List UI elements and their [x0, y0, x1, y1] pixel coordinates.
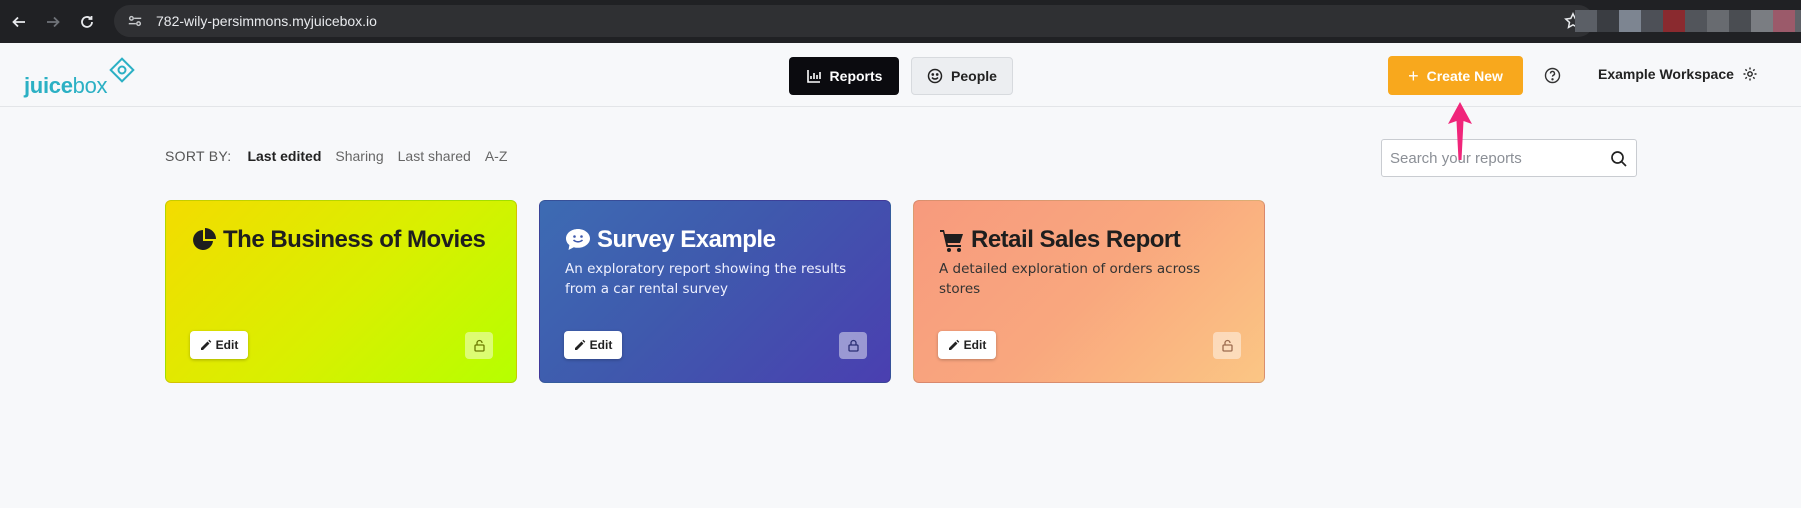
- card-title: Survey Example: [565, 226, 776, 254]
- smiley-icon: [927, 68, 943, 84]
- extension-icon[interactable]: [1773, 10, 1795, 32]
- extension-icon[interactable]: [1795, 10, 1801, 32]
- extensions-area: [1575, 10, 1801, 32]
- browser-toolbar: 782-wily-persimmons.myjuicebox.io: [0, 0, 1801, 43]
- tab-people-label: People: [951, 68, 997, 84]
- pencil-icon: [574, 339, 585, 350]
- edit-button[interactable]: Edit: [190, 331, 248, 359]
- extension-icon[interactable]: [1663, 10, 1685, 32]
- card-description: A detailed exploration of orders across …: [939, 261, 1201, 297]
- site-settings-icon[interactable]: [126, 12, 144, 30]
- edit-label: Edit: [589, 338, 613, 352]
- lock-button[interactable]: [1213, 332, 1241, 359]
- sort-option-last-shared[interactable]: Last shared: [398, 148, 471, 164]
- unlock-icon: [1221, 339, 1233, 352]
- edit-label: Edit: [963, 338, 987, 352]
- shopping-cart-icon: [940, 230, 963, 252]
- help-icon[interactable]: [1544, 67, 1561, 84]
- logo-diamond-icon: [109, 57, 135, 83]
- tab-people[interactable]: People: [911, 57, 1013, 95]
- search-input[interactable]: [1390, 149, 1600, 167]
- tab-reports[interactable]: Reports: [789, 57, 899, 95]
- extension-icon[interactable]: [1751, 10, 1773, 32]
- sort-option-last-edited[interactable]: Last edited: [247, 148, 321, 164]
- juicebox-logo[interactable]: juicebox: [24, 57, 139, 99]
- card-title: Retail Sales Report: [939, 226, 1181, 254]
- pencil-icon: [948, 339, 959, 350]
- search-icon[interactable]: [1610, 150, 1628, 168]
- tab-reports-label: Reports: [829, 68, 883, 84]
- bar-chart-icon: [806, 70, 821, 83]
- sort-bar: SORT BY: Last edited Sharing Last shared…: [165, 148, 521, 164]
- logo-text-bold: juice: [24, 73, 73, 98]
- sort-option-sharing[interactable]: Sharing: [335, 148, 383, 164]
- unlock-icon: [473, 339, 485, 352]
- extension-icon[interactable]: [1729, 10, 1751, 32]
- forward-icon[interactable]: [38, 7, 68, 37]
- pencil-icon: [200, 339, 211, 350]
- url-text: 782-wily-persimmons.myjuicebox.io: [156, 13, 377, 29]
- create-new-label: Create New: [1426, 67, 1503, 84]
- report-card[interactable]: Survey Example An exploratory report sho…: [539, 200, 891, 383]
- extension-icon[interactable]: [1597, 10, 1619, 32]
- report-card[interactable]: Retail Sales Report A detailed explorati…: [913, 200, 1265, 383]
- extension-icon[interactable]: [1575, 10, 1597, 32]
- extension-icon[interactable]: [1707, 10, 1729, 32]
- extension-icon[interactable]: [1641, 10, 1663, 32]
- lock-button[interactable]: [465, 332, 493, 359]
- workspace-menu[interactable]: Example Workspace: [1598, 66, 1758, 82]
- lock-icon: [847, 339, 859, 352]
- gear-icon: [1743, 67, 1757, 81]
- sort-option-a-z[interactable]: A-Z: [485, 148, 508, 164]
- app-header: juicebox Reports People + Create New Exa…: [0, 43, 1801, 107]
- card-title-text: The Business of Movies: [223, 226, 486, 253]
- extension-icon[interactable]: [1685, 10, 1707, 32]
- plus-icon: +: [1408, 65, 1419, 86]
- address-bar[interactable]: 782-wily-persimmons.myjuicebox.io: [114, 5, 1594, 37]
- sort-label: SORT BY:: [165, 148, 232, 164]
- logo-text-light: box: [72, 73, 108, 98]
- edit-button[interactable]: Edit: [938, 331, 996, 359]
- card-title-text: Retail Sales Report: [971, 226, 1181, 253]
- edit-button[interactable]: Edit: [564, 331, 622, 359]
- back-icon[interactable]: [4, 7, 34, 37]
- comment-smile-icon: [566, 229, 590, 250]
- extension-icon[interactable]: [1619, 10, 1641, 32]
- edit-label: Edit: [215, 338, 239, 352]
- logo-text: juicebox: [24, 73, 108, 99]
- report-card[interactable]: The Business of Movies Edit: [165, 200, 517, 383]
- card-description: An exploratory report showing the result…: [565, 261, 847, 297]
- card-title-text: Survey Example: [597, 226, 776, 253]
- workspace-label: Example Workspace: [1598, 66, 1734, 82]
- search-box: [1381, 139, 1637, 177]
- reload-icon[interactable]: [72, 7, 102, 37]
- annotation-arrow-icon: [1448, 102, 1472, 160]
- lock-button[interactable]: [839, 332, 867, 359]
- create-new-button[interactable]: + Create New: [1388, 56, 1523, 95]
- pie-chart-icon: [193, 228, 216, 250]
- card-title: The Business of Movies: [191, 226, 486, 254]
